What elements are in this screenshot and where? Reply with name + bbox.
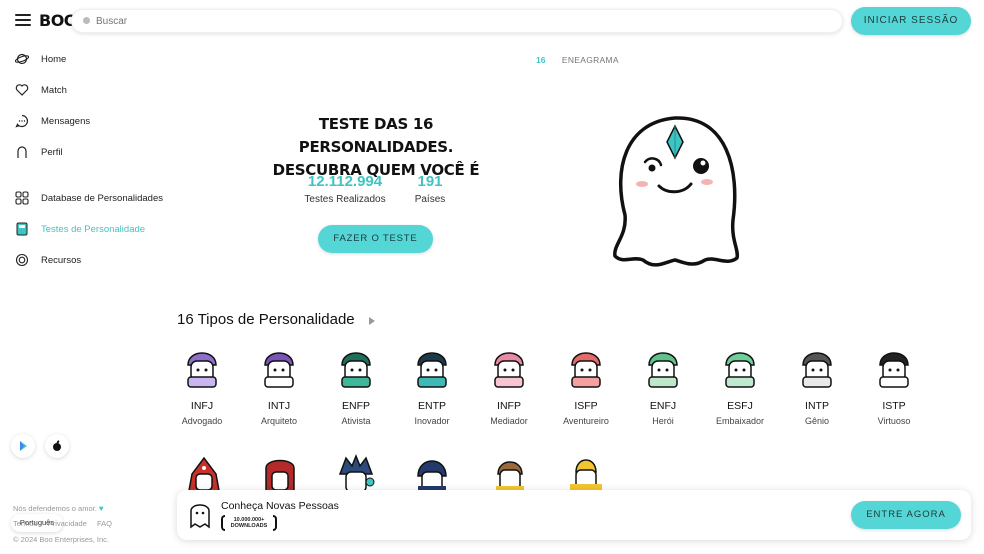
login-button[interactable]: INICIAR SESSÃO [851, 7, 971, 35]
banner-title: Conheça Novas Pessoas [221, 500, 339, 512]
type-name: Herói [652, 416, 674, 426]
personality-avatar-icon [417, 352, 447, 388]
sidebar-item-label: Perfil [41, 146, 63, 158]
type-name: Embaixador [715, 416, 765, 426]
type-code: ESFJ [727, 400, 753, 412]
take-test-button[interactable]: FAZER O TESTE [318, 225, 433, 253]
sidebar-item-label: Match [41, 84, 67, 96]
sidebar-item-label: Testes de Personalidade [41, 223, 146, 235]
planet-icon [15, 53, 29, 65]
ghost-icon [190, 504, 210, 529]
search-icon [83, 17, 90, 24]
stat-tests: 12.112.994 Testes Realizados [304, 173, 386, 205]
personality-type-card[interactable]: INFP Mediador [479, 345, 539, 426]
personality-avatar-icon [571, 352, 601, 388]
type-code: ISFP [574, 400, 598, 412]
personality-avatar-icon [802, 352, 832, 388]
sidebar: Home Match Mensagens Perfil Database de … [0, 44, 170, 554]
google-play-button[interactable] [11, 434, 35, 458]
apple-icon [53, 440, 61, 451]
personality-avatar-icon [648, 352, 678, 388]
privacy-link[interactable]: Privacidade [48, 519, 87, 528]
test-icon [16, 222, 28, 236]
type-code: ENTP [417, 400, 446, 412]
sidebar-item-label: Recursos [41, 254, 82, 266]
type-code: INFP [497, 400, 521, 412]
search-bar[interactable] [71, 9, 843, 33]
type-name: Virtuoso [877, 416, 911, 426]
sidebar-item-messages[interactable]: Mensagens [15, 111, 90, 131]
personality-type-card[interactable]: ISTP Virtuoso [864, 345, 924, 426]
personality-avatar-icon [264, 352, 294, 388]
grid-icon [15, 191, 29, 205]
sidebar-item-label: Database de Personalidades [41, 192, 164, 204]
heart-icon: ♥ [98, 504, 104, 513]
type-name: Mediador [490, 416, 528, 426]
download-banner: Conheça Novas Pessoas 10.000.000+ DOWNLO… [177, 490, 971, 540]
section-title: 16 Tipos de Personalidade [177, 311, 355, 328]
type-name: Advogado [181, 416, 223, 426]
personality-avatar-icon [725, 352, 755, 388]
tab-enneagram[interactable]: ENEAGRAMA [562, 55, 619, 65]
ghost-icon [17, 146, 27, 158]
personality-avatar-icon [494, 352, 524, 388]
tab-16[interactable]: 16 [536, 55, 545, 65]
personality-avatar-icon [187, 352, 217, 388]
footer-links: Termos Privacidade FAQ [13, 519, 120, 528]
personality-type-card[interactable]: ENFJ Herói [633, 345, 693, 426]
personality-type-card[interactable]: INFJ Advogado [172, 345, 232, 426]
play-icon[interactable] [369, 317, 375, 325]
personality-type-card[interactable]: ESFJ Embaixador [710, 345, 770, 426]
personality-avatar-icon [879, 352, 909, 388]
tagline: Nós defendemos o amor. ♥ [13, 504, 104, 513]
downloads-badge: 10.000.000+ DOWNLOADS [221, 515, 277, 531]
personality-type-card[interactable]: ENFP Ativista [326, 345, 386, 426]
search-input[interactable] [96, 13, 796, 30]
type-code: INTJ [267, 400, 291, 412]
type-code: ENFJ [649, 400, 677, 412]
chat-icon [15, 114, 28, 128]
sidebar-item-label: Home [41, 53, 67, 65]
hero-title: TESTE DAS 16 PERSONALIDADES. DESCUBRA QU… [272, 115, 480, 179]
faq-link[interactable]: FAQ [97, 519, 112, 528]
type-code: INFJ [190, 400, 214, 412]
type-code: INTP [805, 400, 829, 412]
type-name: Arquiteto [260, 416, 298, 426]
sidebar-item-home[interactable]: Home [15, 49, 66, 69]
personality-type-card[interactable]: INTP Gênio [787, 345, 847, 426]
sidebar-item-database[interactable]: Database de Personalidades [15, 188, 163, 208]
top-bar: BOO INICIAR SESSÃO [0, 0, 984, 44]
enter-now-button[interactable]: ENTRE AGORA [851, 501, 961, 529]
personality-avatar-icon [341, 352, 371, 388]
type-code: ENFP [341, 400, 370, 412]
terms-link[interactable]: Termos [13, 519, 38, 528]
resources-icon [15, 253, 29, 267]
sidebar-item-resources[interactable]: Recursos [15, 250, 81, 270]
type-name: Aventureiro [563, 416, 609, 426]
type-name: Inovador [414, 416, 450, 426]
google-play-icon [20, 441, 27, 451]
personality-type-card[interactable]: INTJ Arquiteto [249, 345, 309, 426]
heart-icon [15, 84, 29, 96]
ghost-mascot-icon [613, 116, 740, 267]
personality-type-card[interactable]: ISFP Aventureiro [556, 345, 616, 426]
personality-type-card[interactable]: ENTP Inovador [402, 345, 462, 426]
stat-countries: 191 Países [414, 173, 446, 205]
sidebar-item-tests[interactable]: Testes de Personalidade [15, 219, 145, 239]
type-name: Ativista [341, 416, 371, 426]
test-tabs: 16 ENEAGRAMA [536, 55, 619, 65]
sidebar-item-match[interactable]: Match [15, 80, 67, 100]
type-name: Gênio [804, 416, 830, 426]
menu-icon[interactable] [15, 14, 31, 26]
app-store-button[interactable] [45, 434, 69, 458]
sidebar-item-label: Mensagens [41, 115, 91, 127]
copyright: © 2024 Boo Enterprises, Inc. [13, 535, 109, 544]
type-code: ISTP [882, 400, 906, 412]
sidebar-item-profile[interactable]: Perfil [15, 142, 63, 162]
